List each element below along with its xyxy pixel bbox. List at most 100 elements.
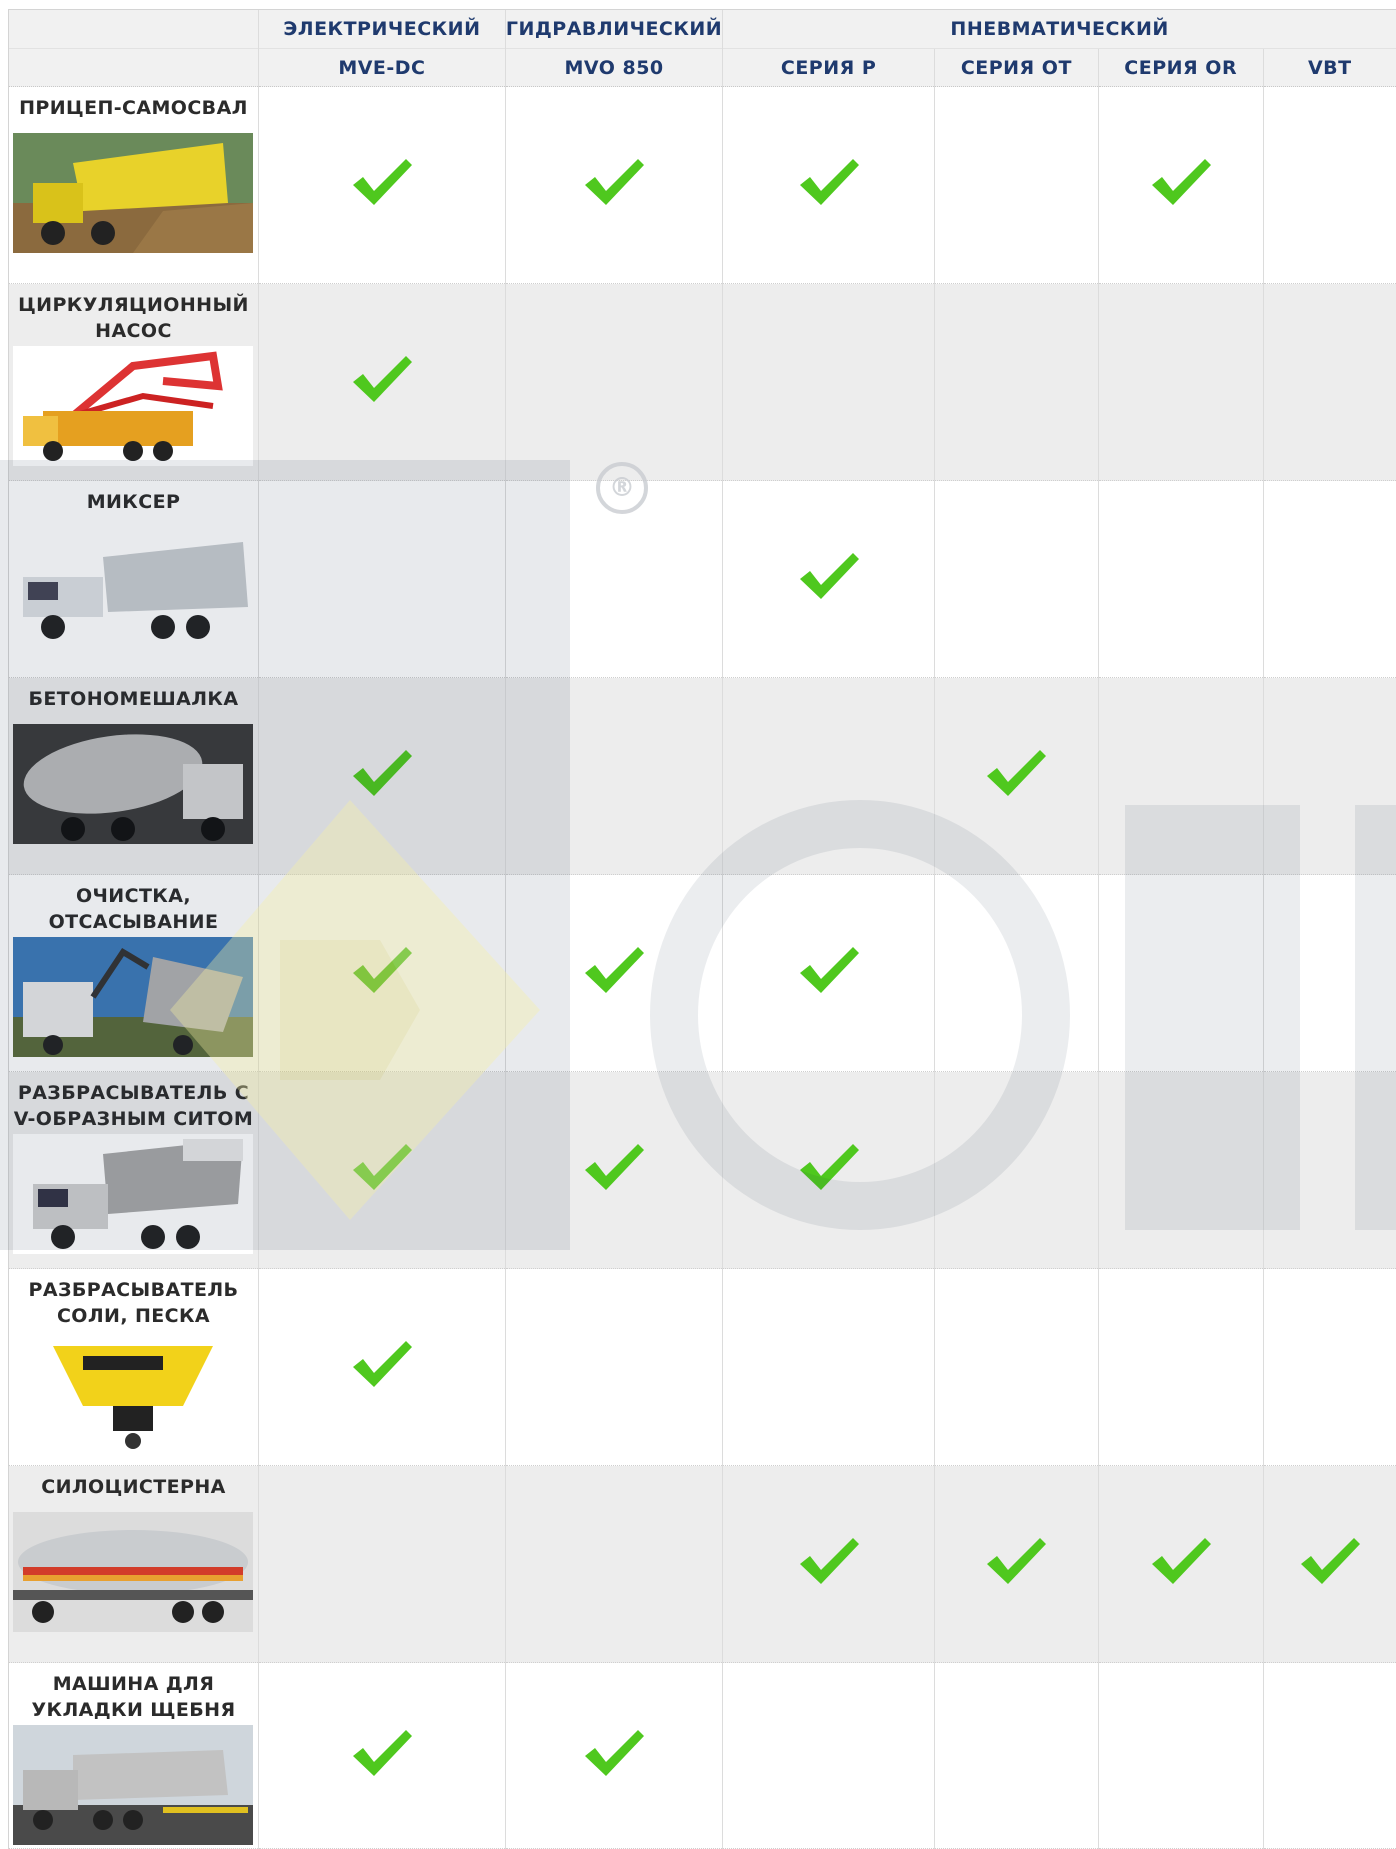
- cell-series-p: [723, 1466, 935, 1663]
- cell-mvo-850: [505, 1663, 722, 1849]
- application-photo: [13, 346, 253, 466]
- check-icon: [350, 943, 414, 999]
- application-cell: БЕТОНОМЕШАЛКА: [9, 678, 259, 875]
- application-cell: РАЗБРАСЫВАТЕЛЬ СОЛИ, ПЕСКА: [9, 1269, 259, 1466]
- cell-mve-dc: [258, 1072, 505, 1269]
- cell-vbt: [1263, 87, 1396, 284]
- check-icon: [582, 943, 646, 999]
- table-row: РАЗБРАСЫВАТЕЛЬ С V-ОБРАЗНЫМ СИТОМ: [9, 1072, 1396, 1269]
- application-cell: СИЛОЦИСТЕРНА: [9, 1466, 259, 1663]
- application-cell: МАШИНА ДЛЯ УКЛАДКИ ЩЕБНЯ: [9, 1663, 259, 1849]
- cell-vbt: [1263, 678, 1396, 875]
- group-pneumatic: ПНЕВМАТИЧЕСКИЙ: [723, 10, 1396, 49]
- compatibility-table: ЭЛЕКТРИЧЕСКИЙ ГИДРАВЛИЧЕСКИЙ ПНЕВМАТИЧЕС…: [8, 9, 1396, 1849]
- application-name: РАЗБРАСЫВАТЕЛЬ СОЛИ, ПЕСКА: [9, 1269, 258, 1329]
- application-name: РАЗБРАСЫВАТЕЛЬ С V-ОБРАЗНЫМ СИТОМ: [9, 1072, 258, 1132]
- table-row: СИЛОЦИСТЕРНА: [9, 1466, 1396, 1663]
- cell-mvo-850: [505, 1072, 722, 1269]
- table-row: МИКСЕР: [9, 481, 1396, 678]
- cell-series-or: [1098, 1269, 1263, 1466]
- application-name: ЦИРКУЛЯЦИОННЫЙ НАСОС: [9, 284, 258, 344]
- model-series-p: СЕРИЯ P: [723, 49, 935, 87]
- application-name: МАШИНА ДЛЯ УКЛАДКИ ЩЕБНЯ: [9, 1663, 258, 1723]
- cell-series-p: [723, 1663, 935, 1849]
- cell-series-or: [1098, 875, 1263, 1072]
- model-vbt: VBT: [1263, 49, 1396, 87]
- application-cell: ПРИЦЕП-САМОСВАЛ: [9, 87, 259, 284]
- application-cell: РАЗБРАСЫВАТЕЛЬ С V-ОБРАЗНЫМ СИТОМ: [9, 1072, 259, 1269]
- application-photo: [13, 1512, 253, 1632]
- application-photo: [13, 133, 253, 253]
- cell-mve-dc: [258, 678, 505, 875]
- check-icon: [350, 155, 414, 211]
- check-icon: [350, 352, 414, 408]
- cell-vbt: [1263, 1269, 1396, 1466]
- check-icon: [350, 746, 414, 802]
- check-icon: [582, 1726, 646, 1782]
- model-header-row: MVE-DC MVO 850 СЕРИЯ P СЕРИЯ OT СЕРИЯ OR…: [9, 49, 1396, 87]
- cell-mvo-850: [505, 678, 722, 875]
- cell-series-ot: [934, 1466, 1098, 1663]
- cell-vbt: [1263, 1466, 1396, 1663]
- table-row: ЦИРКУЛЯЦИОННЫЙ НАСОС: [9, 284, 1396, 481]
- cell-series-or: [1098, 1466, 1263, 1663]
- cell-series-or: [1098, 87, 1263, 284]
- cell-mve-dc: [258, 284, 505, 481]
- table-row: ПРИЦЕП-САМОСВАЛ: [9, 87, 1396, 284]
- table-row: ОЧИСТКА, ОТСАСЫВАНИЕ: [9, 875, 1396, 1072]
- cell-series-p: [723, 481, 935, 678]
- check-icon: [1149, 155, 1213, 211]
- check-icon: [1298, 1534, 1362, 1590]
- cell-series-p: [723, 1072, 935, 1269]
- cell-vbt: [1263, 1072, 1396, 1269]
- model-series-ot: СЕРИЯ OT: [934, 49, 1098, 87]
- cell-series-ot: [934, 678, 1098, 875]
- check-icon: [350, 1337, 414, 1393]
- cell-mve-dc: [258, 1663, 505, 1849]
- cell-vbt: [1263, 1663, 1396, 1849]
- model-mve-dc: MVE-DC: [258, 49, 505, 87]
- cell-series-or: [1098, 678, 1263, 875]
- model-series-or: СЕРИЯ OR: [1098, 49, 1263, 87]
- application-cell: МИКСЕР: [9, 481, 259, 678]
- check-icon: [984, 746, 1048, 802]
- check-icon: [797, 943, 861, 999]
- cell-series-p: [723, 875, 935, 1072]
- cell-series-ot: [934, 1663, 1098, 1849]
- cell-series-ot: [934, 1072, 1098, 1269]
- check-icon: [582, 155, 646, 211]
- application-name: БЕТОНОМЕШАЛКА: [9, 678, 258, 712]
- cell-series-or: [1098, 284, 1263, 481]
- check-icon: [350, 1140, 414, 1196]
- check-icon: [797, 155, 861, 211]
- cell-mve-dc: [258, 1466, 505, 1663]
- cell-series-ot: [934, 1269, 1098, 1466]
- cell-mve-dc: [258, 1269, 505, 1466]
- cell-vbt: [1263, 875, 1396, 1072]
- cell-series-or: [1098, 481, 1263, 678]
- cell-mvo-850: [505, 481, 722, 678]
- group-header-row: ЭЛЕКТРИЧЕСКИЙ ГИДРАВЛИЧЕСКИЙ ПНЕВМАТИЧЕС…: [9, 10, 1396, 49]
- group-hydraulic: ГИДРАВЛИЧЕСКИЙ: [505, 10, 722, 49]
- application-photo: [13, 527, 253, 647]
- check-icon: [797, 549, 861, 605]
- application-name: ОЧИСТКА, ОТСАСЫВАНИЕ: [9, 875, 258, 935]
- cell-series-p: [723, 87, 935, 284]
- application-photo: [13, 1725, 253, 1845]
- cell-series-p: [723, 1269, 935, 1466]
- cell-series-p: [723, 284, 935, 481]
- cell-mvo-850: [505, 284, 722, 481]
- cell-series-or: [1098, 1663, 1263, 1849]
- application-name: МИКСЕР: [9, 481, 258, 515]
- cell-series-ot: [934, 875, 1098, 1072]
- cell-series-ot: [934, 284, 1098, 481]
- table-row: БЕТОНОМЕШАЛКА: [9, 678, 1396, 875]
- cell-series-ot: [934, 87, 1098, 284]
- header-corner-lower: [9, 49, 259, 87]
- check-icon: [984, 1534, 1048, 1590]
- application-photo: [13, 1134, 253, 1254]
- application-photo: [13, 1331, 253, 1451]
- cell-mvo-850: [505, 87, 722, 284]
- header-corner: [9, 10, 259, 49]
- cell-mve-dc: [258, 87, 505, 284]
